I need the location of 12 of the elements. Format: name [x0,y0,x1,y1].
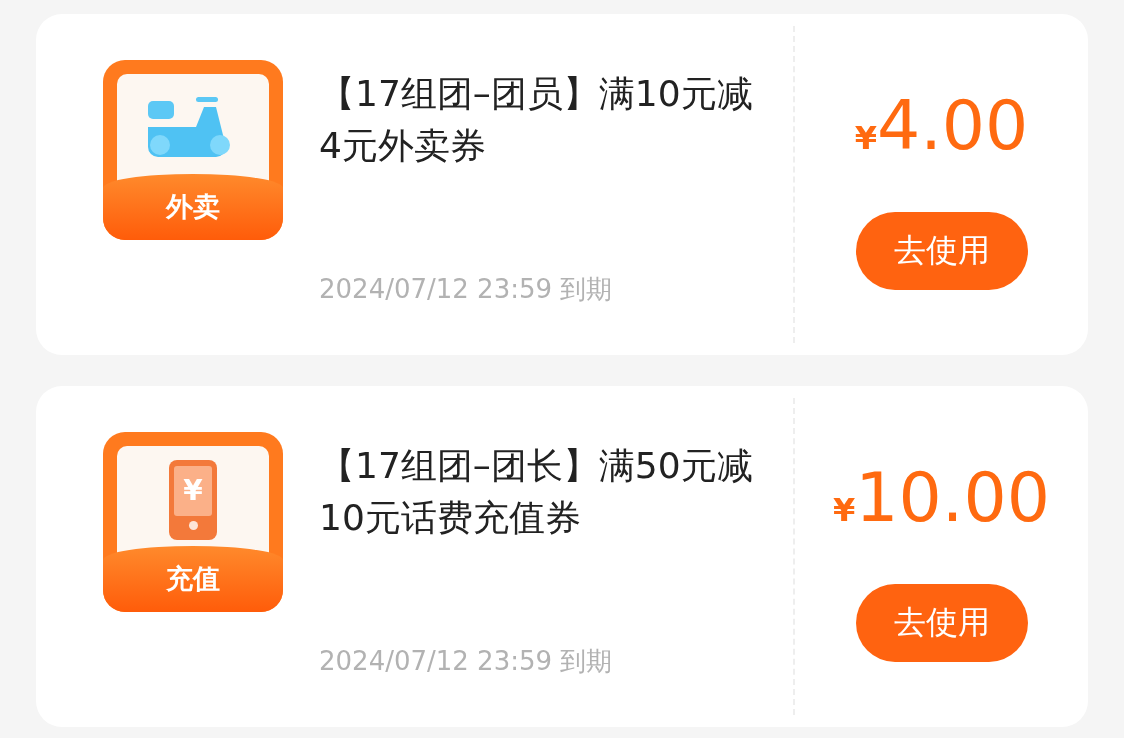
coupon-title: 【17组团–团长】满50元减10元话费充值券 [319,444,754,540]
currency-symbol: ¥ [833,491,856,529]
coupon-title: 【17组团–团员】满10元减4元外卖券 [319,72,754,168]
expiry-date: 2024/07/12 23:59 到期 [319,645,614,678]
use-button[interactable]: 去使用 [855,212,1028,290]
coupon-amount: 4.00 [876,85,1029,167]
expiry-date: 2024/07/12 23:59 到期 [319,273,614,306]
phone-recharge-icon: ¥ 充值 [103,432,283,612]
use-button[interactable]: 去使用 [855,584,1028,662]
coupon-amount: 10.00 [855,457,1050,539]
currency-symbol: ¥ [854,119,877,157]
scooter-delivery-icon: 外卖 [103,60,283,240]
